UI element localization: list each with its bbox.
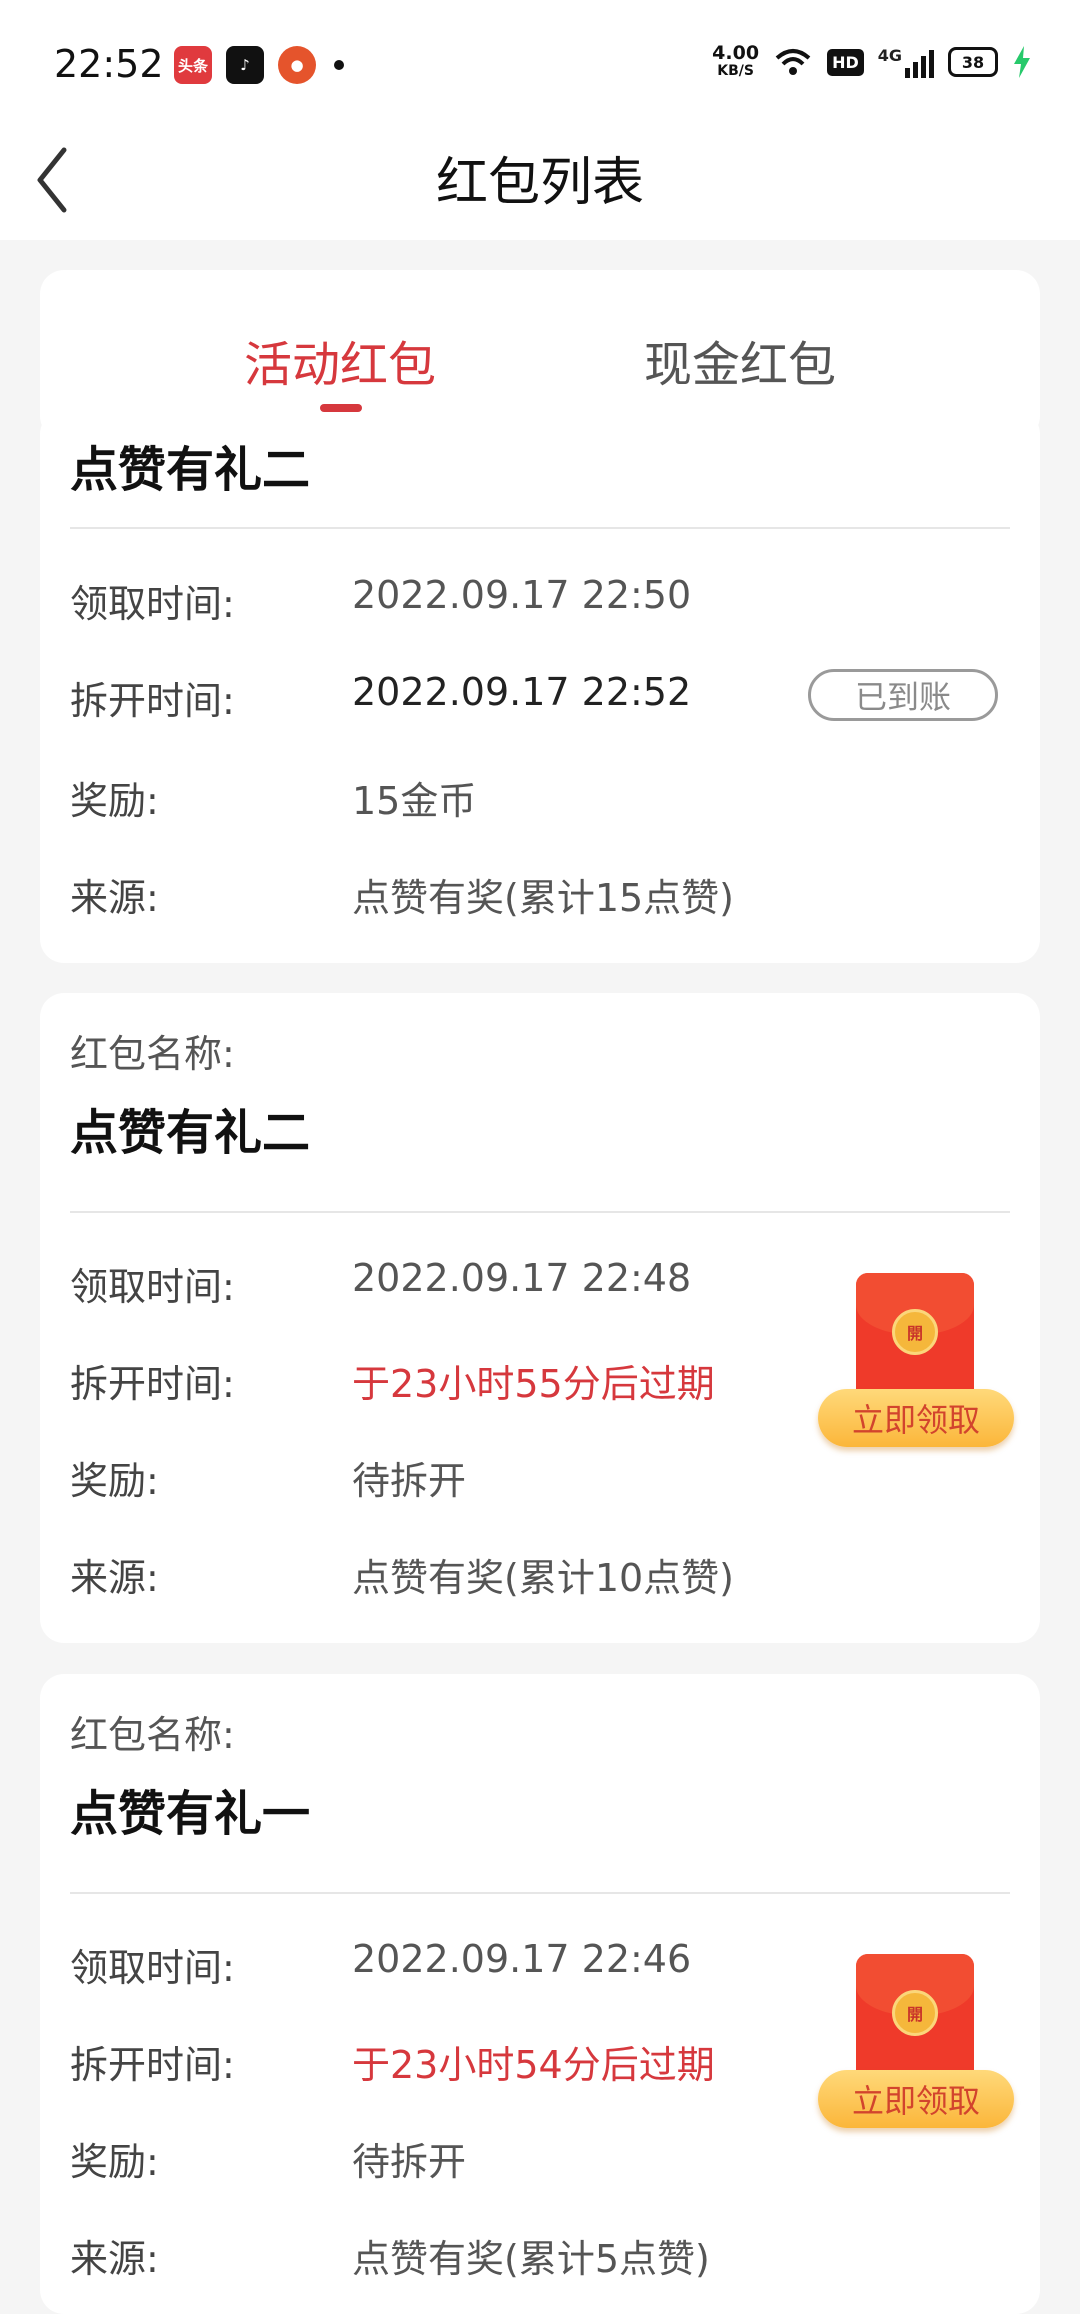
notification-icons: 头条 ♪ ● [174, 46, 344, 84]
receive-time-value: 2022.09.17 22:46 [352, 1937, 692, 1981]
network-speed-unit: KB/S [717, 63, 754, 79]
receive-time-label: 领取时间: [70, 1946, 235, 1990]
open-time-label: 拆开时间: [70, 679, 235, 723]
red-packet-name: 点赞有礼一 [70, 1786, 311, 1842]
open-time-label: 拆开时间: [70, 2043, 235, 2087]
system-icons: 4.00 KB/S HD 4G 38 [712, 44, 1032, 80]
reward-label: 奖励: [70, 1459, 159, 1503]
status-time: 22:52 [54, 42, 164, 86]
open-time-label: 拆开时间: [70, 1362, 235, 1406]
source-label: 来源: [70, 876, 159, 920]
status-badge: 已到账 [808, 669, 998, 721]
source-label: 来源: [70, 2237, 159, 2281]
battery-icon: 38 [948, 47, 998, 77]
hd-icon: HD [827, 48, 864, 76]
title-bar: 红包列表 [0, 120, 1080, 240]
more-notifications-dot [334, 60, 344, 70]
wifi-icon [775, 49, 811, 75]
network-type: 4G [877, 46, 902, 65]
active-tab-indicator [320, 404, 362, 412]
page-title: 红包列表 [435, 153, 644, 213]
reward-value: 待拆开 [352, 1459, 467, 1503]
claim-button[interactable]: 立即领取 [818, 2070, 1014, 2128]
open-time-value: 2022.09.17 22:52 [352, 670, 692, 714]
source-label: 来源: [70, 1556, 159, 1600]
envelope-seal-icon: 開 [892, 1309, 938, 1355]
network-speed-value: 4.00 [712, 42, 760, 64]
red-packet-name: 点赞有礼二 [70, 442, 311, 498]
reward-value: 待拆开 [352, 2140, 467, 2184]
divider [70, 1892, 1010, 1894]
network-speed: 4.00 KB/S [712, 44, 759, 80]
divider [70, 527, 1010, 529]
red-packet-card: 红包名称: 点赞有礼一 领取时间: 2022.09.17 22:46 拆开时间:… [40, 1674, 1040, 2314]
source-value: 点赞有奖(累计5点赞) [352, 2237, 710, 2281]
reward-label: 奖励: [70, 779, 159, 823]
red-packet-name-label: 红包名称: [70, 1713, 235, 1757]
receive-time-label: 领取时间: [70, 1265, 235, 1309]
receive-time-value: 2022.09.17 22:48 [352, 1256, 692, 1300]
receive-time-label: 领取时间: [70, 582, 235, 626]
reward-value: 15金币 [352, 779, 477, 823]
divider [70, 1211, 1010, 1213]
charging-icon [1014, 46, 1030, 78]
toutiao-app-icon: 头条 [174, 46, 212, 84]
red-packet-card: 红包名称: 点赞有礼二 领取时间: 2022.09.17 22:48 拆开时间:… [40, 993, 1040, 1643]
source-value: 点赞有奖(累计15点赞) [352, 876, 735, 920]
claim-button[interactable]: 立即领取 [818, 1389, 1014, 1447]
red-packet-name: 点赞有礼二 [70, 1105, 311, 1161]
signal-icon: 4G [878, 46, 934, 78]
tab-activity-red-packet[interactable]: 活动红包 [210, 325, 470, 395]
red-packet-card: 点赞有礼二 领取时间: 2022.09.17 22:50 拆开时间: 2022.… [40, 410, 1040, 963]
expiry-countdown: 于23小时55分后过期 [352, 1362, 715, 1406]
notification-app-icon: ● [278, 46, 316, 84]
red-envelope[interactable]: 開 立即领取 [818, 1273, 1014, 1453]
red-envelope[interactable]: 開 立即领取 [818, 1954, 1014, 2134]
source-value: 点赞有奖(累计10点赞) [352, 1556, 735, 1600]
reward-label: 奖励: [70, 2140, 159, 2184]
tab-bar: 活动红包 现金红包 [40, 270, 1040, 440]
douyin-app-icon: ♪ [226, 46, 264, 84]
tab-cash-red-packet[interactable]: 现金红包 [610, 325, 870, 395]
status-bar: 22:52 头条 ♪ ● 4.00 KB/S HD 4G 38 [0, 0, 1080, 120]
expiry-countdown: 于23小时54分后过期 [352, 2043, 715, 2087]
envelope-seal-icon: 開 [892, 1990, 938, 2036]
red-packet-name-label: 红包名称: [70, 1032, 235, 1076]
receive-time-value: 2022.09.17 22:50 [352, 573, 692, 617]
